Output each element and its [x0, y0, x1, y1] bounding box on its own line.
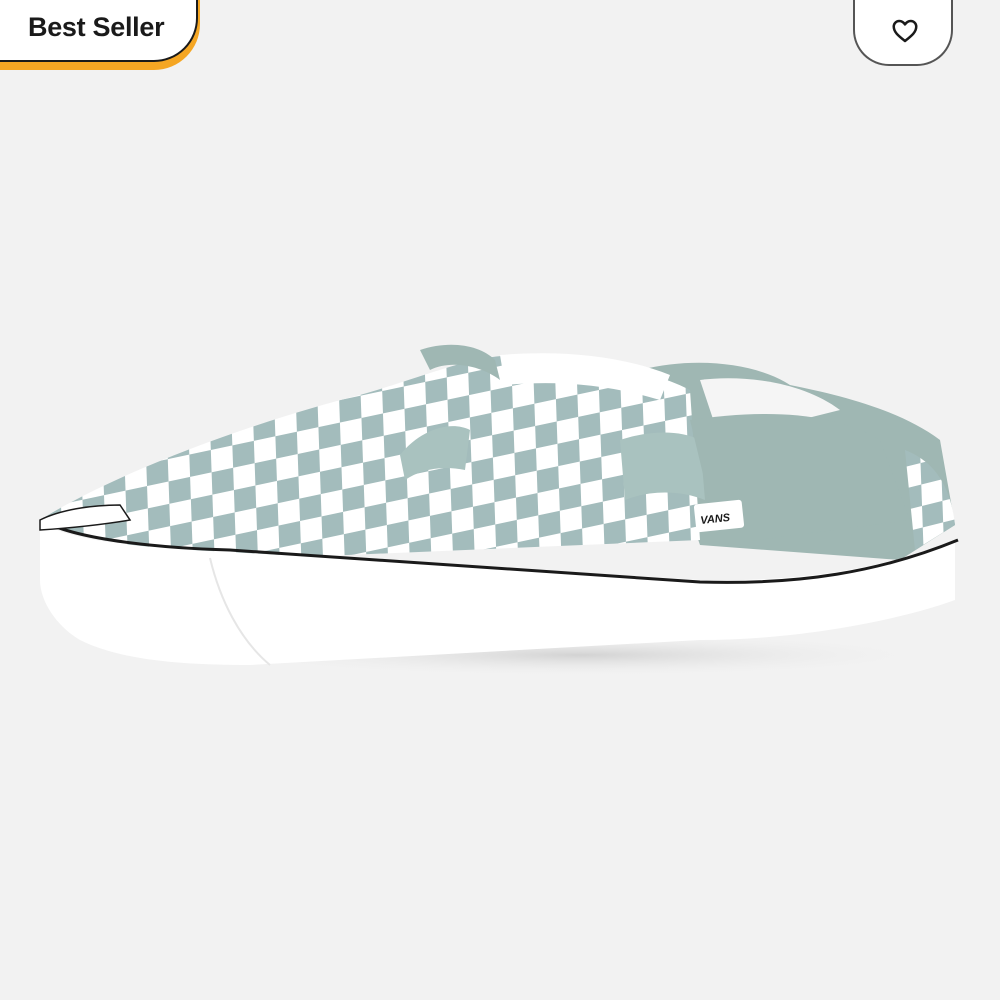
- favorite-button[interactable]: [853, 0, 953, 66]
- heart-icon: [892, 19, 918, 43]
- front-shoe: VANS: [40, 344, 910, 560]
- product-image: VANS: [39, 344, 959, 677]
- badge-label: Best Seller: [28, 12, 165, 42]
- product-card[interactable]: VANS Best Seller: [0, 0, 1000, 1000]
- best-seller-badge: Best Seller: [0, 0, 200, 70]
